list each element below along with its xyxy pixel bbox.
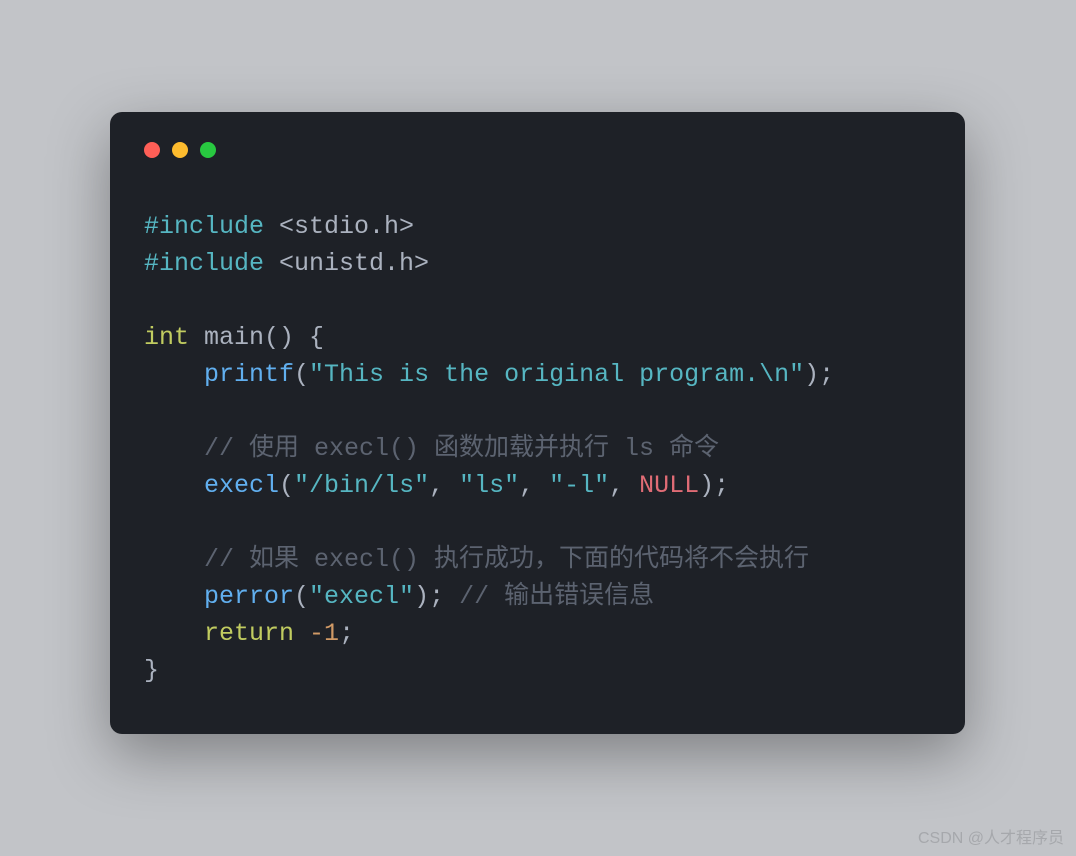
indent bbox=[144, 434, 204, 463]
func-execl: execl bbox=[204, 471, 279, 500]
comment-inline: // 输出错误信息 bbox=[459, 582, 654, 611]
punct-open: ( bbox=[279, 471, 294, 500]
punct-close: ); bbox=[414, 582, 459, 611]
string-literal: "This is the original program.\n" bbox=[309, 360, 804, 389]
func-printf: printf bbox=[204, 360, 294, 389]
preproc-include: #include bbox=[144, 212, 264, 241]
punct-comma: , bbox=[429, 471, 459, 500]
punct-open-main: () { bbox=[264, 323, 324, 352]
space bbox=[294, 619, 309, 648]
func-perror: perror bbox=[204, 582, 294, 611]
punct-comma: , bbox=[609, 471, 639, 500]
punct-close: ); bbox=[804, 360, 834, 389]
window-titlebar bbox=[144, 142, 931, 158]
preproc-include: #include bbox=[144, 249, 264, 278]
indent bbox=[144, 471, 204, 500]
punct-close: ); bbox=[699, 471, 729, 500]
watermark-text: CSDN @人才程序员 bbox=[918, 824, 1064, 848]
punct-comma: , bbox=[519, 471, 549, 500]
indent bbox=[144, 360, 204, 389]
header-stdio: <stdio.h> bbox=[264, 212, 414, 241]
minimize-dot-icon bbox=[172, 142, 188, 158]
ident-main: main bbox=[189, 323, 264, 352]
punct-open: ( bbox=[294, 360, 309, 389]
zoom-dot-icon bbox=[200, 142, 216, 158]
indent bbox=[144, 545, 204, 574]
comment-line: // 如果 execl() 执行成功，下面的代码将不会执行 bbox=[204, 545, 809, 574]
close-dot-icon bbox=[144, 142, 160, 158]
code-window: #include <stdio.h> #include <unistd.h> i… bbox=[110, 112, 965, 734]
punct-semi: ; bbox=[339, 619, 354, 648]
header-unistd: <unistd.h> bbox=[264, 249, 429, 278]
type-int: int bbox=[144, 323, 189, 352]
string-literal: "/bin/ls" bbox=[294, 471, 429, 500]
keyword-return: return bbox=[204, 619, 294, 648]
indent bbox=[144, 619, 204, 648]
string-literal: "execl" bbox=[309, 582, 414, 611]
null-literal: NULL bbox=[639, 471, 699, 500]
punct-close-brace: } bbox=[144, 656, 159, 685]
string-literal: "ls" bbox=[459, 471, 519, 500]
comment-line: // 使用 execl() 函数加载并执行 ls 命令 bbox=[204, 434, 719, 463]
code-block: #include <stdio.h> #include <unistd.h> i… bbox=[144, 208, 931, 689]
indent bbox=[144, 582, 204, 611]
punct-open: ( bbox=[294, 582, 309, 611]
number-literal: -1 bbox=[309, 619, 339, 648]
string-literal: "-l" bbox=[549, 471, 609, 500]
